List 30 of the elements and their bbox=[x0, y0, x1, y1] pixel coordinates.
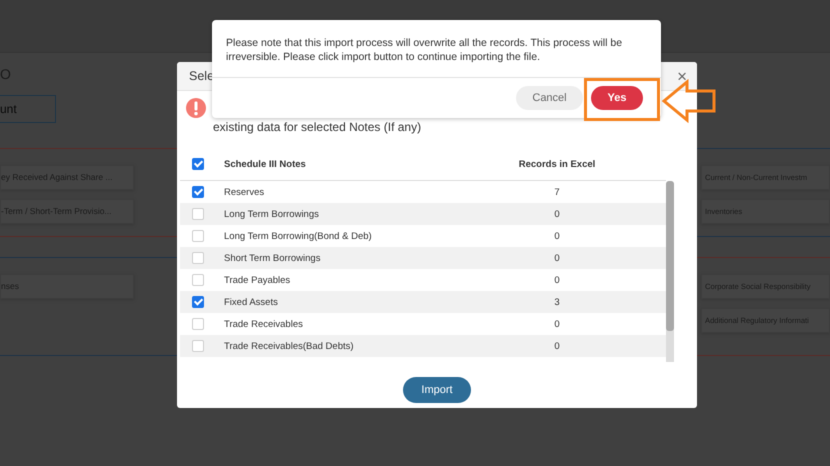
table-cell-text: 0 bbox=[553, 208, 561, 220]
table-cell-text: 0 bbox=[553, 318, 561, 330]
table-cell-text: 0 bbox=[553, 252, 561, 264]
notice-text: existing data for selected Notes (If any) bbox=[213, 120, 422, 134]
row-checkbox[interactable] bbox=[192, 296, 204, 308]
select-all-checkbox[interactable] bbox=[192, 158, 204, 170]
table-cell-text: Long Term Borrowings bbox=[224, 208, 320, 220]
table-cell-text: Long Term Borrowing(Bond & Deb) bbox=[224, 230, 373, 242]
table-cell-text: 0 bbox=[553, 230, 561, 242]
table-cell-text: Fixed Assets bbox=[224, 296, 279, 308]
warning-icon bbox=[185, 97, 207, 119]
column-header: Records in Excel bbox=[518, 158, 596, 170]
column-header: Schedule III Notes bbox=[224, 158, 307, 170]
scrollbar[interactable] bbox=[666, 181, 674, 362]
arrow-icon bbox=[661, 79, 717, 123]
table-cell-text: Short Term Borrowings bbox=[224, 252, 322, 264]
row-checkbox[interactable] bbox=[192, 186, 204, 198]
close-button[interactable]: × bbox=[677, 68, 687, 84]
table-cell-text: 7 bbox=[553, 186, 561, 198]
table-cell-text: 3 bbox=[553, 296, 561, 308]
confirm-message: Please note that this import process will overwrite all the records. This process will be irreversible. Please click import button to continue importing the file. bbox=[212, 20, 661, 78]
cancel-button[interactable]: Cancel bbox=[516, 86, 583, 110]
table-cell-text: Trade Payables bbox=[224, 274, 292, 286]
table-cell-text: 0 bbox=[553, 274, 561, 286]
table-cell-text: 0 bbox=[553, 340, 561, 352]
yes-button[interactable]: Yes bbox=[591, 86, 643, 110]
table-cell-text: Trade Receivables bbox=[224, 318, 304, 330]
import-button[interactable]: Import bbox=[403, 377, 471, 403]
table-cell-text: Reserves bbox=[224, 186, 266, 198]
table-cell-text: Trade Receivables(Bad Debts) bbox=[224, 340, 355, 352]
